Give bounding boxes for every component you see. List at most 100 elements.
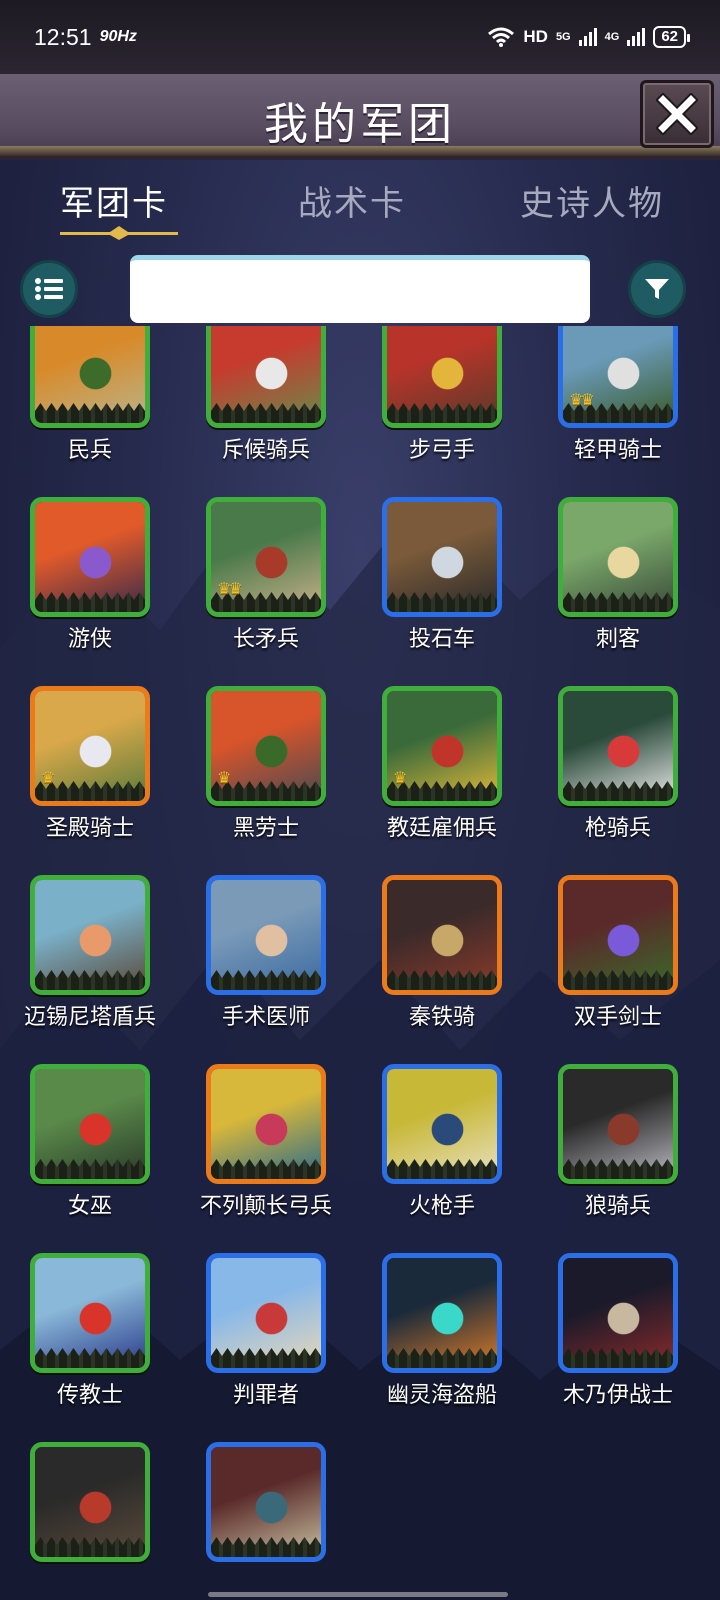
- crown-icon: ♛: [217, 768, 231, 787]
- unit-card[interactable]: 不列颠长弓兵: [176, 1064, 356, 1244]
- unit-card[interactable]: ♛♛ 轻甲骑士: [528, 326, 708, 488]
- filter-icon: [645, 279, 669, 299]
- network-label: HD: [523, 27, 548, 46]
- card-frame: ♛: [30, 686, 150, 806]
- unit-card[interactable]: 火枪手: [352, 1064, 532, 1244]
- card-name: 双手剑士: [573, 1005, 662, 1030]
- tab-epic-characters[interactable]: 史诗人物: [520, 176, 664, 225]
- card-grid-viewport[interactable]: 民兵 斥候骑兵 步弓手 ♛♛ 轻甲骑士 游侠 ♛♛ 长矛兵 投石车 刺客 ♛ 圣殿骑士 ♛ 黑劳士 ♛ 教廷雇…: [0, 326, 720, 1588]
- card-name: 迈锡尼塔盾兵: [23, 1005, 156, 1030]
- card-name: 黑劳士: [232, 816, 299, 841]
- close-button[interactable]: [640, 80, 714, 148]
- card-frame: [558, 497, 678, 617]
- unit-card[interactable]: ♛ 圣殿骑士: [0, 686, 180, 866]
- card-frame: [30, 875, 150, 995]
- card-name: 判罪者: [232, 1383, 299, 1408]
- unit-card[interactable]: 游侠: [0, 497, 180, 677]
- battery-icon: 62: [653, 26, 690, 48]
- card-name: 民兵: [67, 438, 112, 463]
- unit-card[interactable]: 刺客: [528, 497, 708, 677]
- card-frame: [382, 497, 502, 617]
- status-icons: HD 5G 4G 62: [487, 26, 690, 48]
- unit-card[interactable]: 传教士: [0, 1253, 180, 1433]
- unit-card[interactable]: [0, 1442, 180, 1588]
- card-frame: [382, 1253, 502, 1373]
- filter-button[interactable]: [628, 260, 686, 318]
- title-bar: 我的军团: [0, 74, 720, 160]
- card-frame: [30, 497, 150, 617]
- search-input[interactable]: [130, 255, 590, 323]
- card-frame: ♛♛: [206, 497, 326, 617]
- card-frame: [558, 1253, 678, 1373]
- unit-card[interactable]: 迈锡尼塔盾兵: [0, 875, 180, 1055]
- card-frame: [382, 875, 502, 995]
- crown-icon: ♛: [41, 768, 55, 787]
- unit-card[interactable]: 狼骑兵: [528, 1064, 708, 1244]
- unit-card[interactable]: 枪骑兵: [528, 686, 708, 866]
- unit-card[interactable]: ♛ 教廷雇佣兵: [352, 686, 532, 866]
- card-frame: [206, 1064, 326, 1184]
- crown-icon: ♛♛: [217, 579, 243, 598]
- list-view-button[interactable]: [20, 260, 78, 318]
- card-frame: [558, 1064, 678, 1184]
- card-name: 游侠: [67, 627, 112, 652]
- unit-card[interactable]: 木乃伊战士: [528, 1253, 708, 1433]
- unit-card[interactable]: 双手剑士: [528, 875, 708, 1055]
- active-tab-indicator: [60, 226, 178, 240]
- unit-card[interactable]: 手术医师: [176, 875, 356, 1055]
- card-frame: [206, 875, 326, 995]
- card-frame: [30, 1064, 150, 1184]
- unit-card[interactable]: 民兵: [0, 326, 180, 488]
- card-name: 传教士: [56, 1383, 123, 1408]
- card-name: 幽灵海盗船: [386, 1383, 497, 1408]
- unit-card[interactable]: 女巫: [0, 1064, 180, 1244]
- unit-card[interactable]: ♛ 黑劳士: [176, 686, 356, 866]
- tab-legion-cards[interactable]: 军团卡: [60, 176, 168, 225]
- signal-bars-icon: [627, 28, 646, 46]
- card-frame: [30, 1442, 150, 1562]
- close-x-icon: [656, 93, 698, 135]
- unit-card[interactable]: 判罪者: [176, 1253, 356, 1433]
- card-frame: [30, 326, 150, 428]
- unit-card[interactable]: 斥候骑兵: [176, 326, 356, 488]
- card-frame: [558, 686, 678, 806]
- status-bar: 12:51 90Hz HD 5G 4G 62: [0, 0, 720, 74]
- card-name: 枪骑兵: [584, 816, 651, 841]
- card-name: 狼骑兵: [584, 1194, 651, 1219]
- card-name: 轻甲骑士: [573, 438, 662, 463]
- card-name: 教廷雇佣兵: [386, 816, 497, 841]
- unit-card[interactable]: [176, 1442, 356, 1588]
- unit-card[interactable]: ♛♛ 长矛兵: [176, 497, 356, 677]
- refresh-rate: 90Hz: [99, 28, 137, 45]
- list-icon: [35, 278, 63, 300]
- card-frame: [382, 326, 502, 428]
- unit-card[interactable]: 投石车: [352, 497, 532, 677]
- tab-bar: 军团卡 战术卡 史诗人物: [0, 168, 720, 248]
- signal-4g-label: 4G: [604, 31, 620, 43]
- tab-tactic-cards[interactable]: 战术卡: [298, 176, 406, 225]
- page-title: 我的军团: [264, 99, 456, 150]
- home-indicator: [208, 1592, 508, 1597]
- unit-card[interactable]: 秦铁骑: [352, 875, 532, 1055]
- card-name: 秦铁骑: [408, 1005, 475, 1030]
- status-time: 12:51: [34, 23, 92, 50]
- card-name: 投石车: [408, 627, 475, 652]
- card-name: 木乃伊战士: [562, 1383, 673, 1408]
- card-name: 圣殿骑士: [45, 816, 134, 841]
- card-name: 手术医师: [221, 1005, 310, 1030]
- card-name: 步弓手: [408, 438, 475, 463]
- wifi-icon: [488, 27, 515, 47]
- signal-bars-icon: [578, 28, 597, 46]
- unit-card[interactable]: 幽灵海盗船: [352, 1253, 532, 1433]
- card-frame: [30, 1253, 150, 1373]
- signal-5g-label: 5G: [555, 31, 571, 43]
- card-name: 女巫: [67, 1194, 112, 1219]
- crown-icon: ♛♛: [569, 390, 595, 409]
- card-frame: [206, 326, 326, 428]
- unit-card[interactable]: 步弓手: [352, 326, 532, 488]
- card-name: 不列颠长弓兵: [199, 1194, 332, 1219]
- card-frame: ♛: [206, 686, 326, 806]
- card-name: 长矛兵: [232, 627, 299, 652]
- card-frame: [206, 1442, 326, 1562]
- card-frame: [206, 1253, 326, 1373]
